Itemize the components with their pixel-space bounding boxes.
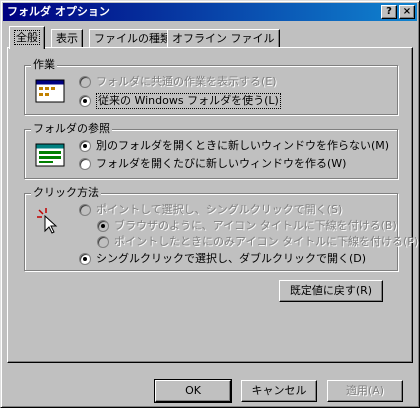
radio-new-window[interactable] <box>79 158 91 170</box>
radio-underline-browser[interactable] <box>97 220 109 232</box>
option-same-window-label: 別のフォルダを開くときに新しいウィンドウを作らない(M) <box>96 139 390 152</box>
group-browse-folders: フォルダの参照 別のフォルダを開くときに新しいウィンドウを作らない(M) フォル… <box>24 122 398 179</box>
tab-file-types[interactable]: ファイルの種類 <box>89 29 176 48</box>
radio-single-click-open[interactable] <box>79 204 91 216</box>
option-classic-folders-label: 従来の Windows フォルダを使う(L) <box>96 93 281 109</box>
option-single-click-open-label: ポイントして選択し、シングルクリックで開く(S) <box>96 203 343 216</box>
apply-button[interactable]: 適用(A) <box>327 380 403 402</box>
group-tasks: 作業 フォルダに共通の作業を表示する(E) 従来の Windows フォルダを使… <box>24 58 398 115</box>
option-same-window[interactable]: 別のフォルダを開くときに新しいウィンドウを作らない(M) <box>79 139 389 153</box>
option-double-click-open[interactable]: シングルクリックで選択し、ダブルクリックで開く(D) <box>79 252 366 266</box>
radio-classic-folders[interactable] <box>79 95 91 107</box>
group-click-method-title: クリック方法 <box>31 186 101 200</box>
option-underline-browser-label: ブラウザのように、アイコン タイトルに下線を付ける(B) <box>114 219 397 232</box>
tab-offline-files[interactable]: オフライン ファイル <box>167 29 280 48</box>
folder-window-icon <box>35 78 67 106</box>
group-browse-folders-title: フォルダの参照 <box>31 122 112 136</box>
option-show-common-tasks-label: フォルダに共通の作業を表示する(E) <box>96 75 277 88</box>
tab-view[interactable]: 表示 <box>51 29 83 48</box>
option-underline-on-point[interactable]: ポイントしたときにのみアイコン タイトルに下線を付ける(P) <box>97 235 418 249</box>
click-pointer-icon <box>35 206 67 234</box>
option-show-common-tasks[interactable]: フォルダに共通の作業を表示する(E) <box>79 75 277 89</box>
restore-defaults-button[interactable]: 既定値に戻す(R) <box>279 280 383 302</box>
tab-general-label: 全般 <box>14 30 40 45</box>
option-underline-browser[interactable]: ブラウザのように、アイコン タイトルに下線を付ける(B) <box>97 219 397 233</box>
radio-show-common-tasks[interactable] <box>79 76 91 88</box>
title-bar[interactable]: フォルダ オプション ? × <box>3 3 417 21</box>
tab-general[interactable]: 全般 <box>9 26 45 49</box>
option-new-window[interactable]: フォルダを開くたびに新しいウィンドウを作る(W) <box>79 157 346 171</box>
option-double-click-open-label: シングルクリックで選択し、ダブルクリックで開く(D) <box>96 252 367 265</box>
browse-folders-icon <box>35 142 67 170</box>
close-button[interactable]: × <box>399 5 415 19</box>
option-new-window-label: フォルダを開くたびに新しいウィンドウを作る(W) <box>96 157 347 170</box>
option-single-click-open[interactable]: ポイントして選択し、シングルクリックで開く(S) <box>79 203 342 217</box>
group-tasks-title: 作業 <box>31 58 57 72</box>
option-underline-on-point-label: ポイントしたときにのみアイコン タイトルに下線を付ける(P) <box>114 235 419 248</box>
radio-same-window[interactable] <box>79 140 91 152</box>
window-title: フォルダ オプション <box>7 5 110 18</box>
group-click-method: クリック方法 ポイントして選択し、シングルクリックで開く(S) ブラウザのように… <box>24 186 418 271</box>
radio-underline-on-point[interactable] <box>97 236 109 248</box>
folder-options-window: フォルダ オプション ? × 全般 表示 ファイルの種類 オフライン ファイル … <box>0 0 420 408</box>
cancel-button[interactable]: キャンセル <box>241 380 317 402</box>
tab-panel-general: 作業 フォルダに共通の作業を表示する(E) 従来の Windows フォルダを使… <box>7 47 418 363</box>
option-classic-folders[interactable]: 従来の Windows フォルダを使う(L) <box>79 93 281 109</box>
help-button[interactable]: ? <box>381 5 397 19</box>
ok-button[interactable]: OK <box>154 379 232 403</box>
radio-double-click-open[interactable] <box>79 253 91 265</box>
